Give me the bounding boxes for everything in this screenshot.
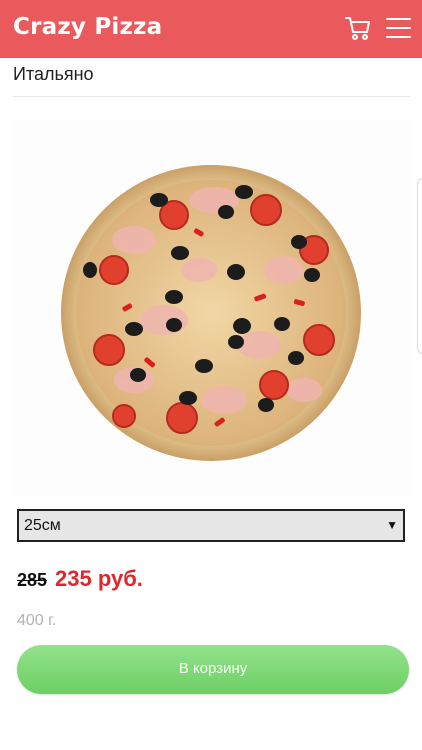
pizza-image (14, 120, 410, 496)
cart-icon[interactable] (345, 16, 371, 42)
product-weight: 400 г. (17, 612, 57, 629)
dropdown-arrow-icon: ▼ (386, 518, 398, 532)
side-scroll-handle[interactable] (417, 178, 422, 354)
old-price: 285 (17, 570, 48, 590)
current-price: 235 руб. (55, 566, 143, 591)
divider (13, 96, 410, 97)
add-to-cart-label: В корзину (178, 660, 248, 677)
hamburger-menu-icon[interactable] (386, 16, 411, 40)
add-to-cart-button[interactable]: В корзину (17, 645, 409, 694)
app-header: Crazy Pizza (0, 0, 422, 58)
size-select[interactable]: 25см ▼ (17, 509, 405, 542)
size-select-value: 25см (24, 517, 61, 534)
product-title: Итальяно (13, 64, 94, 84)
brand-title[interactable]: Crazy Pizza (13, 14, 162, 40)
